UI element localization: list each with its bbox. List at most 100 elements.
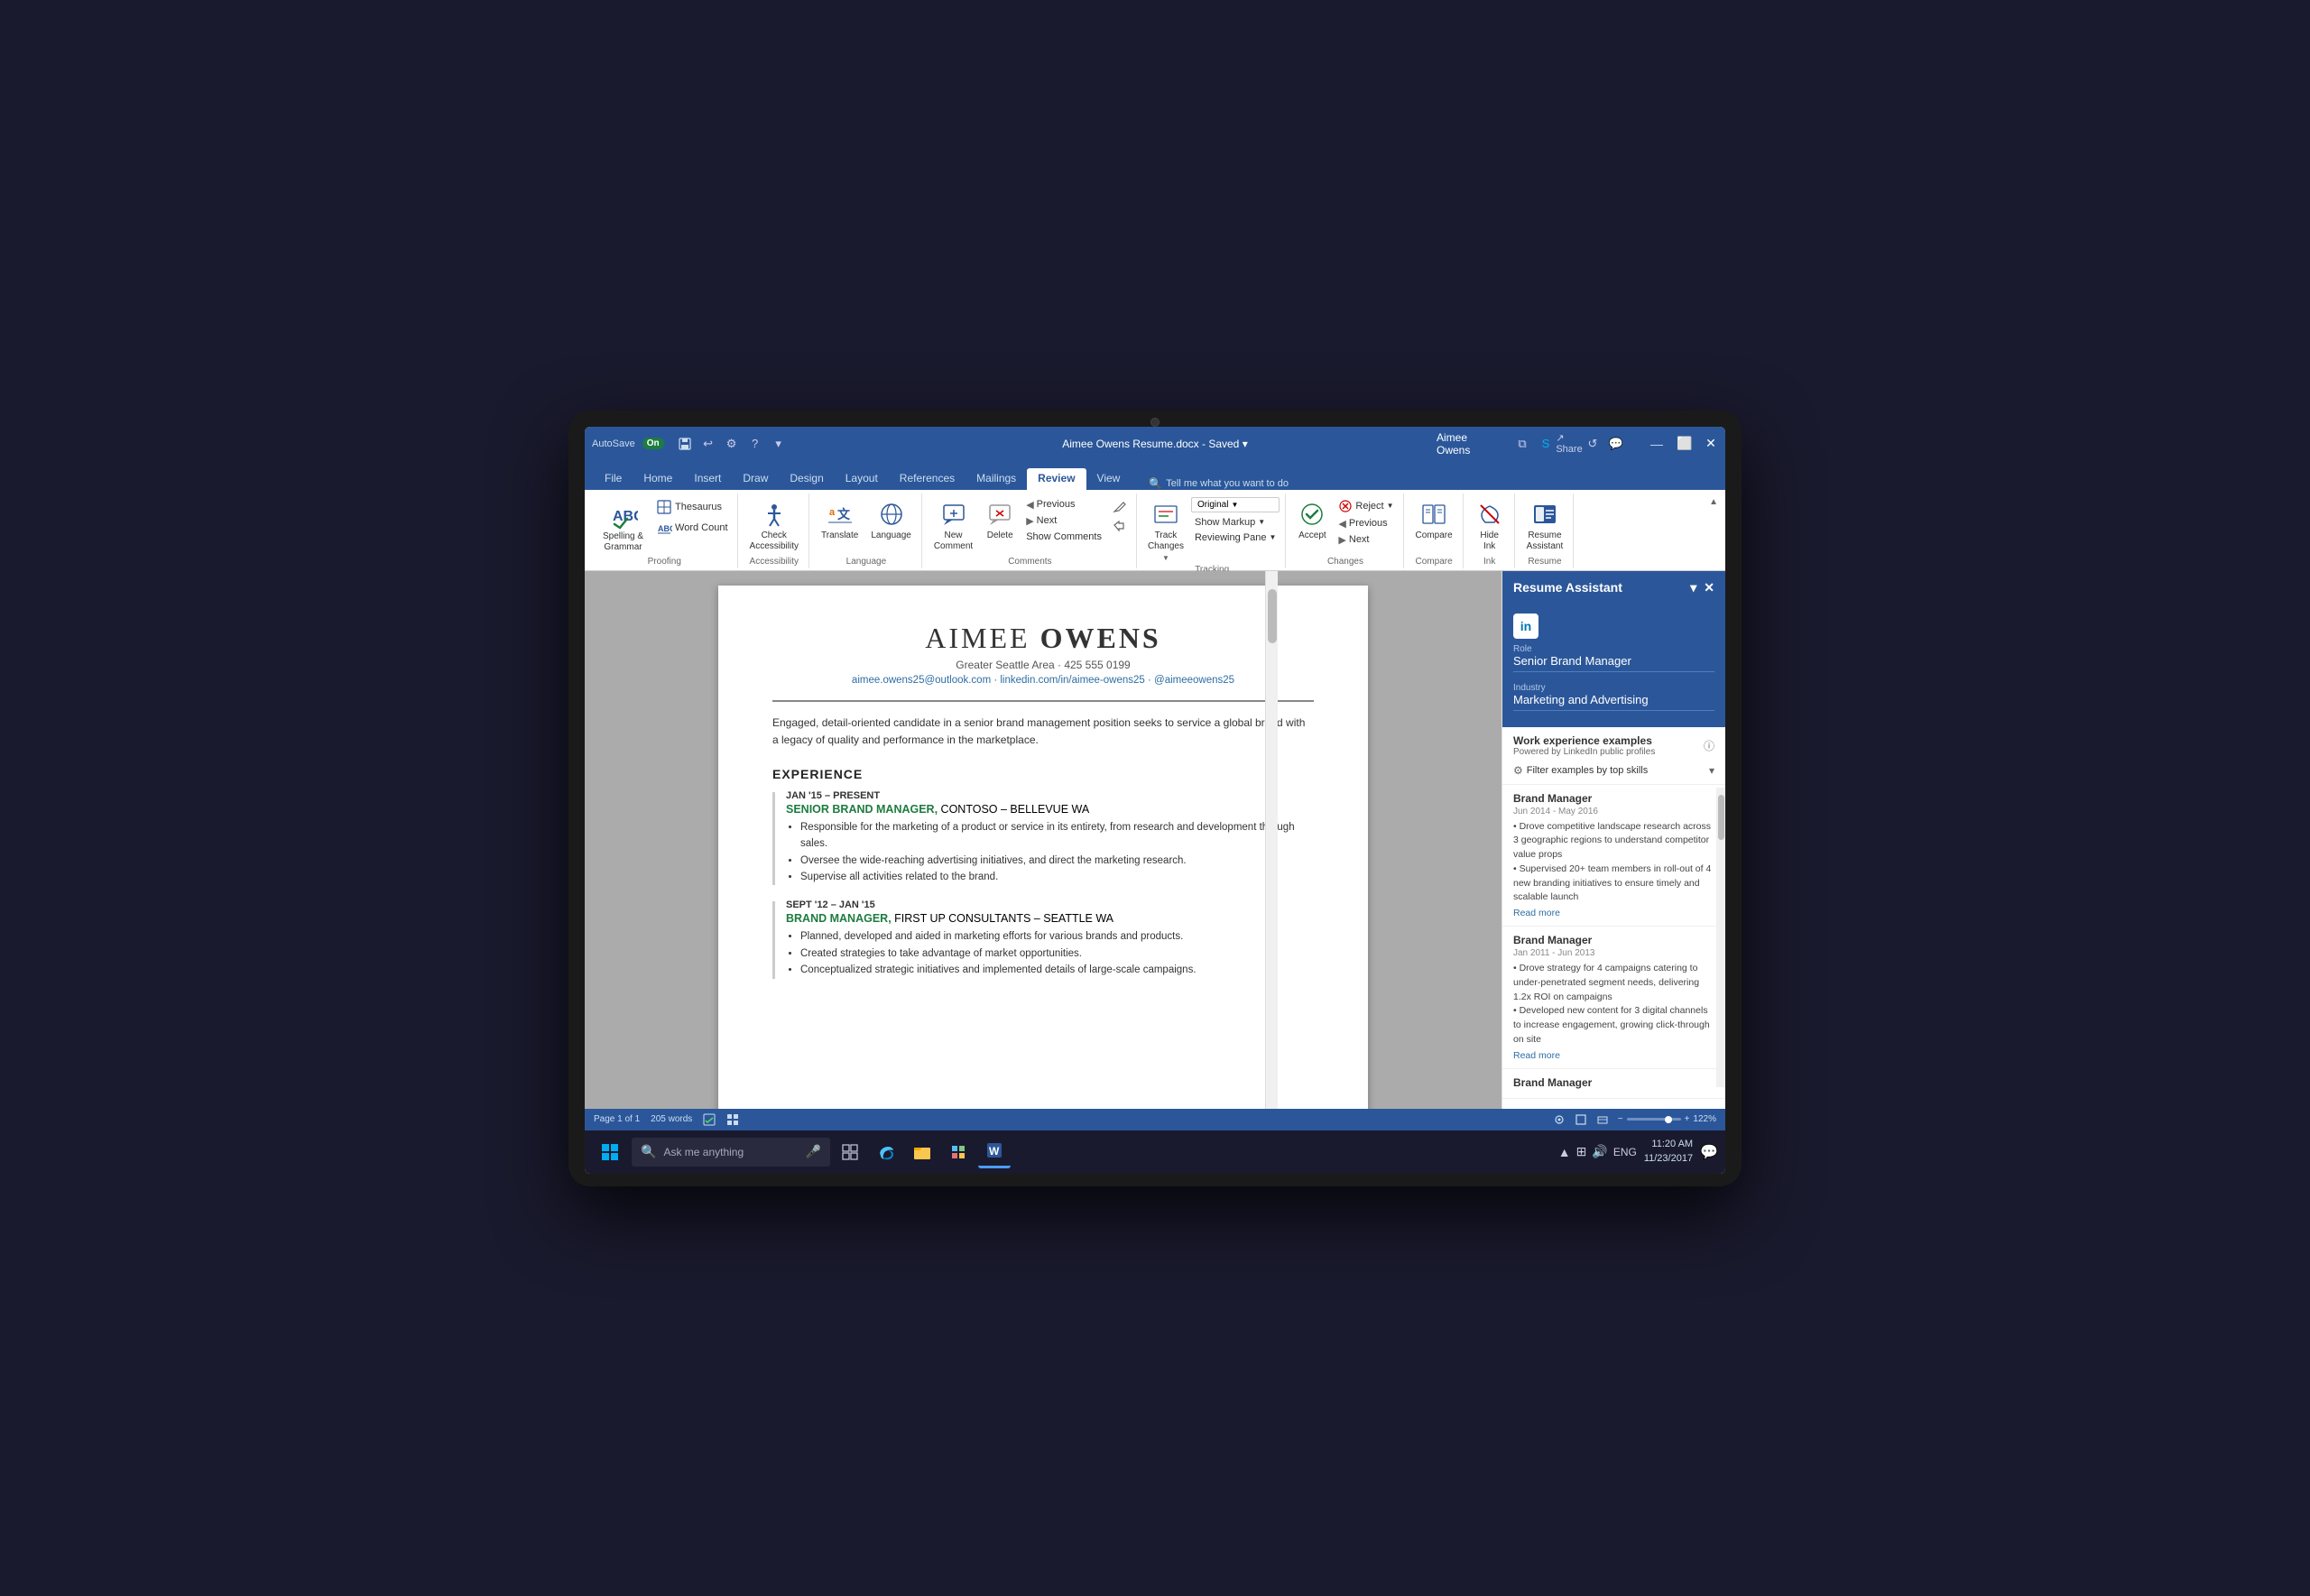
assistant-collapse-icon[interactable]: ▾ bbox=[1690, 580, 1696, 595]
ribbon-search[interactable]: 🔍 Tell me what you want to do bbox=[1149, 477, 1289, 490]
chevron-up-icon[interactable]: ▲ bbox=[1558, 1145, 1571, 1159]
read-more-2[interactable]: Read more bbox=[1513, 1050, 1714, 1061]
customize-icon[interactable]: ⚙ bbox=[724, 436, 740, 452]
view-web-icon[interactable] bbox=[1596, 1113, 1609, 1126]
zoom-plus-button[interactable]: + bbox=[1685, 1114, 1690, 1124]
accept-button[interactable]: Accept bbox=[1293, 497, 1331, 544]
minimize-button[interactable]: — bbox=[1649, 437, 1664, 451]
spelling-grammar-button[interactable]: ABC Spelling &Grammar bbox=[597, 497, 649, 557]
help-icon[interactable]: ? bbox=[747, 436, 763, 452]
accessibility-group-label: Accessibility bbox=[750, 557, 799, 568]
network-icon[interactable]: ⊞ bbox=[1576, 1144, 1587, 1159]
tab-file[interactable]: File bbox=[594, 468, 633, 490]
tab-references[interactable]: References bbox=[889, 468, 966, 490]
read-more-1[interactable]: Read more bbox=[1513, 908, 1714, 918]
save-icon[interactable] bbox=[677, 436, 693, 452]
tab-draw[interactable]: Draw bbox=[732, 468, 779, 490]
check-accessibility-button[interactable]: CheckAccessibility bbox=[745, 497, 803, 555]
tab-home[interactable]: Home bbox=[633, 468, 683, 490]
clock[interactable]: 11:20 AM 11/23/2017 bbox=[1644, 1138, 1693, 1166]
work-examples-title-block: Work experience examples Powered by Link… bbox=[1513, 734, 1655, 757]
info-icon[interactable]: ⓘ bbox=[1704, 738, 1714, 753]
status-proofing-icon[interactable] bbox=[703, 1113, 716, 1126]
file-explorer-button[interactable] bbox=[906, 1136, 938, 1168]
doc-scroll[interactable]: AIMEE OWENS Greater Seattle Area · 425 5… bbox=[585, 571, 1502, 1109]
ribbon-collapse[interactable]: ▲ bbox=[1709, 494, 1718, 568]
previous-change-button[interactable]: ◀ Previous bbox=[1335, 516, 1397, 531]
restore-icon[interactable]: ⧉ bbox=[1514, 436, 1530, 452]
zoom-slider[interactable] bbox=[1627, 1118, 1681, 1121]
close-button[interactable]: ✕ bbox=[1704, 436, 1718, 451]
panel-scrollbar[interactable] bbox=[1716, 788, 1725, 1087]
notification-icon[interactable]: 💬 bbox=[1700, 1143, 1718, 1161]
tab-insert[interactable]: Insert bbox=[683, 468, 732, 490]
ribbon-group-comments: NewComment Delete bbox=[924, 494, 1137, 568]
reply-comment-button[interactable] bbox=[1109, 516, 1131, 534]
edge-button[interactable] bbox=[870, 1136, 902, 1168]
status-layout-icon[interactable] bbox=[726, 1113, 739, 1126]
maximize-button[interactable]: ⬜ bbox=[1677, 436, 1691, 451]
next-change-button[interactable]: ▶ Next bbox=[1335, 532, 1397, 548]
next-comment-button[interactable]: ▶ Next bbox=[1022, 513, 1105, 529]
store-button[interactable] bbox=[942, 1136, 975, 1168]
volume-icon[interactable]: 🔊 bbox=[1592, 1144, 1607, 1159]
filter-dropdown-icon[interactable]: ▾ bbox=[1709, 764, 1714, 777]
taskview-button[interactable] bbox=[834, 1136, 866, 1168]
job1-title: SENIOR BRAND MANAGER, CONTOSO – BELLEVUE… bbox=[786, 803, 1314, 816]
previous-label: Previous bbox=[1037, 499, 1076, 510]
hide-ink-button[interactable]: HideInk bbox=[1471, 497, 1509, 555]
show-markup-button[interactable]: Show Markup ▼ bbox=[1191, 515, 1280, 530]
tracking-col: Original ▼ Show Markup ▼ Reviewing Pane … bbox=[1191, 497, 1280, 545]
taskbar-search[interactable]: 🔍 Ask me anything 🎤 bbox=[632, 1138, 830, 1167]
new-comment-button[interactable]: NewComment bbox=[929, 497, 977, 555]
language-sys-icon[interactable]: ENG bbox=[1613, 1146, 1637, 1158]
previous-comment-button[interactable]: ◀ Previous bbox=[1022, 497, 1105, 512]
skype-icon[interactable]: S bbox=[1538, 436, 1554, 452]
scroll-thumb[interactable] bbox=[1268, 589, 1277, 643]
industry-value[interactable]: Marketing and Advertising bbox=[1513, 693, 1714, 711]
job-border-2 bbox=[772, 901, 775, 978]
view-print-icon[interactable] bbox=[1575, 1113, 1587, 1126]
track-changes-button[interactable]: TrackChanges ▼ bbox=[1144, 497, 1187, 565]
language-button[interactable]: Language bbox=[866, 497, 916, 544]
tab-design[interactable]: Design bbox=[779, 468, 834, 490]
delete-comment-button[interactable]: Delete bbox=[981, 497, 1019, 544]
word-button[interactable]: W bbox=[978, 1136, 1011, 1168]
history-icon[interactable]: ↺ bbox=[1585, 436, 1601, 452]
title-bar-right-icons: ⧉ S ↗ Share ↺ 💬 bbox=[1514, 436, 1624, 452]
ink-content: HideInk bbox=[1471, 494, 1509, 557]
resume-assistant-button[interactable]: ResumeAssistant bbox=[1522, 497, 1568, 555]
tab-view[interactable]: View bbox=[1086, 468, 1132, 490]
assistant-close-icon[interactable]: ✕ bbox=[1704, 580, 1714, 595]
word-count-button[interactable]: ABC Word Count bbox=[652, 518, 732, 538]
translate-icon: a 文 bbox=[826, 500, 855, 529]
reject-button[interactable]: Reject ▼ bbox=[1335, 497, 1397, 515]
edit-comment-button[interactable] bbox=[1109, 497, 1131, 515]
start-button[interactable] bbox=[592, 1134, 628, 1170]
role-value[interactable]: Senior Brand Manager bbox=[1513, 654, 1714, 672]
device-frame: AutoSave On ↩ ⚙ ? ▾ Aimee Owens Resume.d… bbox=[568, 411, 1742, 1186]
tab-layout[interactable]: Layout bbox=[835, 468, 889, 490]
translate-button[interactable]: a 文 Translate bbox=[817, 497, 863, 544]
tab-review[interactable]: Review bbox=[1027, 468, 1086, 490]
job2-title: BRAND MANAGER, FIRST UP CONSULTANTS – SE… bbox=[786, 912, 1314, 925]
show-comments-button[interactable]: Show Comments bbox=[1022, 530, 1105, 544]
assistant-panel-header: Resume Assistant ▾ ✕ bbox=[1502, 571, 1725, 604]
undo-icon[interactable]: ↩ bbox=[700, 436, 716, 452]
vertical-scrollbar[interactable] bbox=[1265, 571, 1278, 1109]
mic-icon[interactable]: 🎤 bbox=[806, 1144, 821, 1159]
panel-scroll-thumb[interactable] bbox=[1718, 795, 1724, 840]
original-dropdown[interactable]: Original ▼ bbox=[1191, 497, 1280, 512]
reviewing-pane-button[interactable]: Reviewing Pane ▼ bbox=[1191, 530, 1280, 545]
zoom-minus-button[interactable]: − bbox=[1618, 1114, 1623, 1124]
comments-nav-icon[interactable]: 💬 bbox=[1608, 436, 1624, 452]
ink-group-label: Ink bbox=[1483, 557, 1495, 568]
quick-access-icon[interactable]: ▾ bbox=[771, 436, 787, 452]
thesaurus-button[interactable]: Thesaurus bbox=[652, 497, 732, 517]
share-icon[interactable]: ↗ Share bbox=[1561, 436, 1577, 452]
tab-mailings[interactable]: Mailings bbox=[966, 468, 1027, 490]
autosave-toggle[interactable]: On bbox=[642, 438, 664, 449]
view-read-icon[interactable] bbox=[1553, 1113, 1566, 1126]
assistant-header-icons: ▾ ✕ bbox=[1690, 580, 1714, 595]
compare-button[interactable]: Compare bbox=[1411, 497, 1457, 544]
